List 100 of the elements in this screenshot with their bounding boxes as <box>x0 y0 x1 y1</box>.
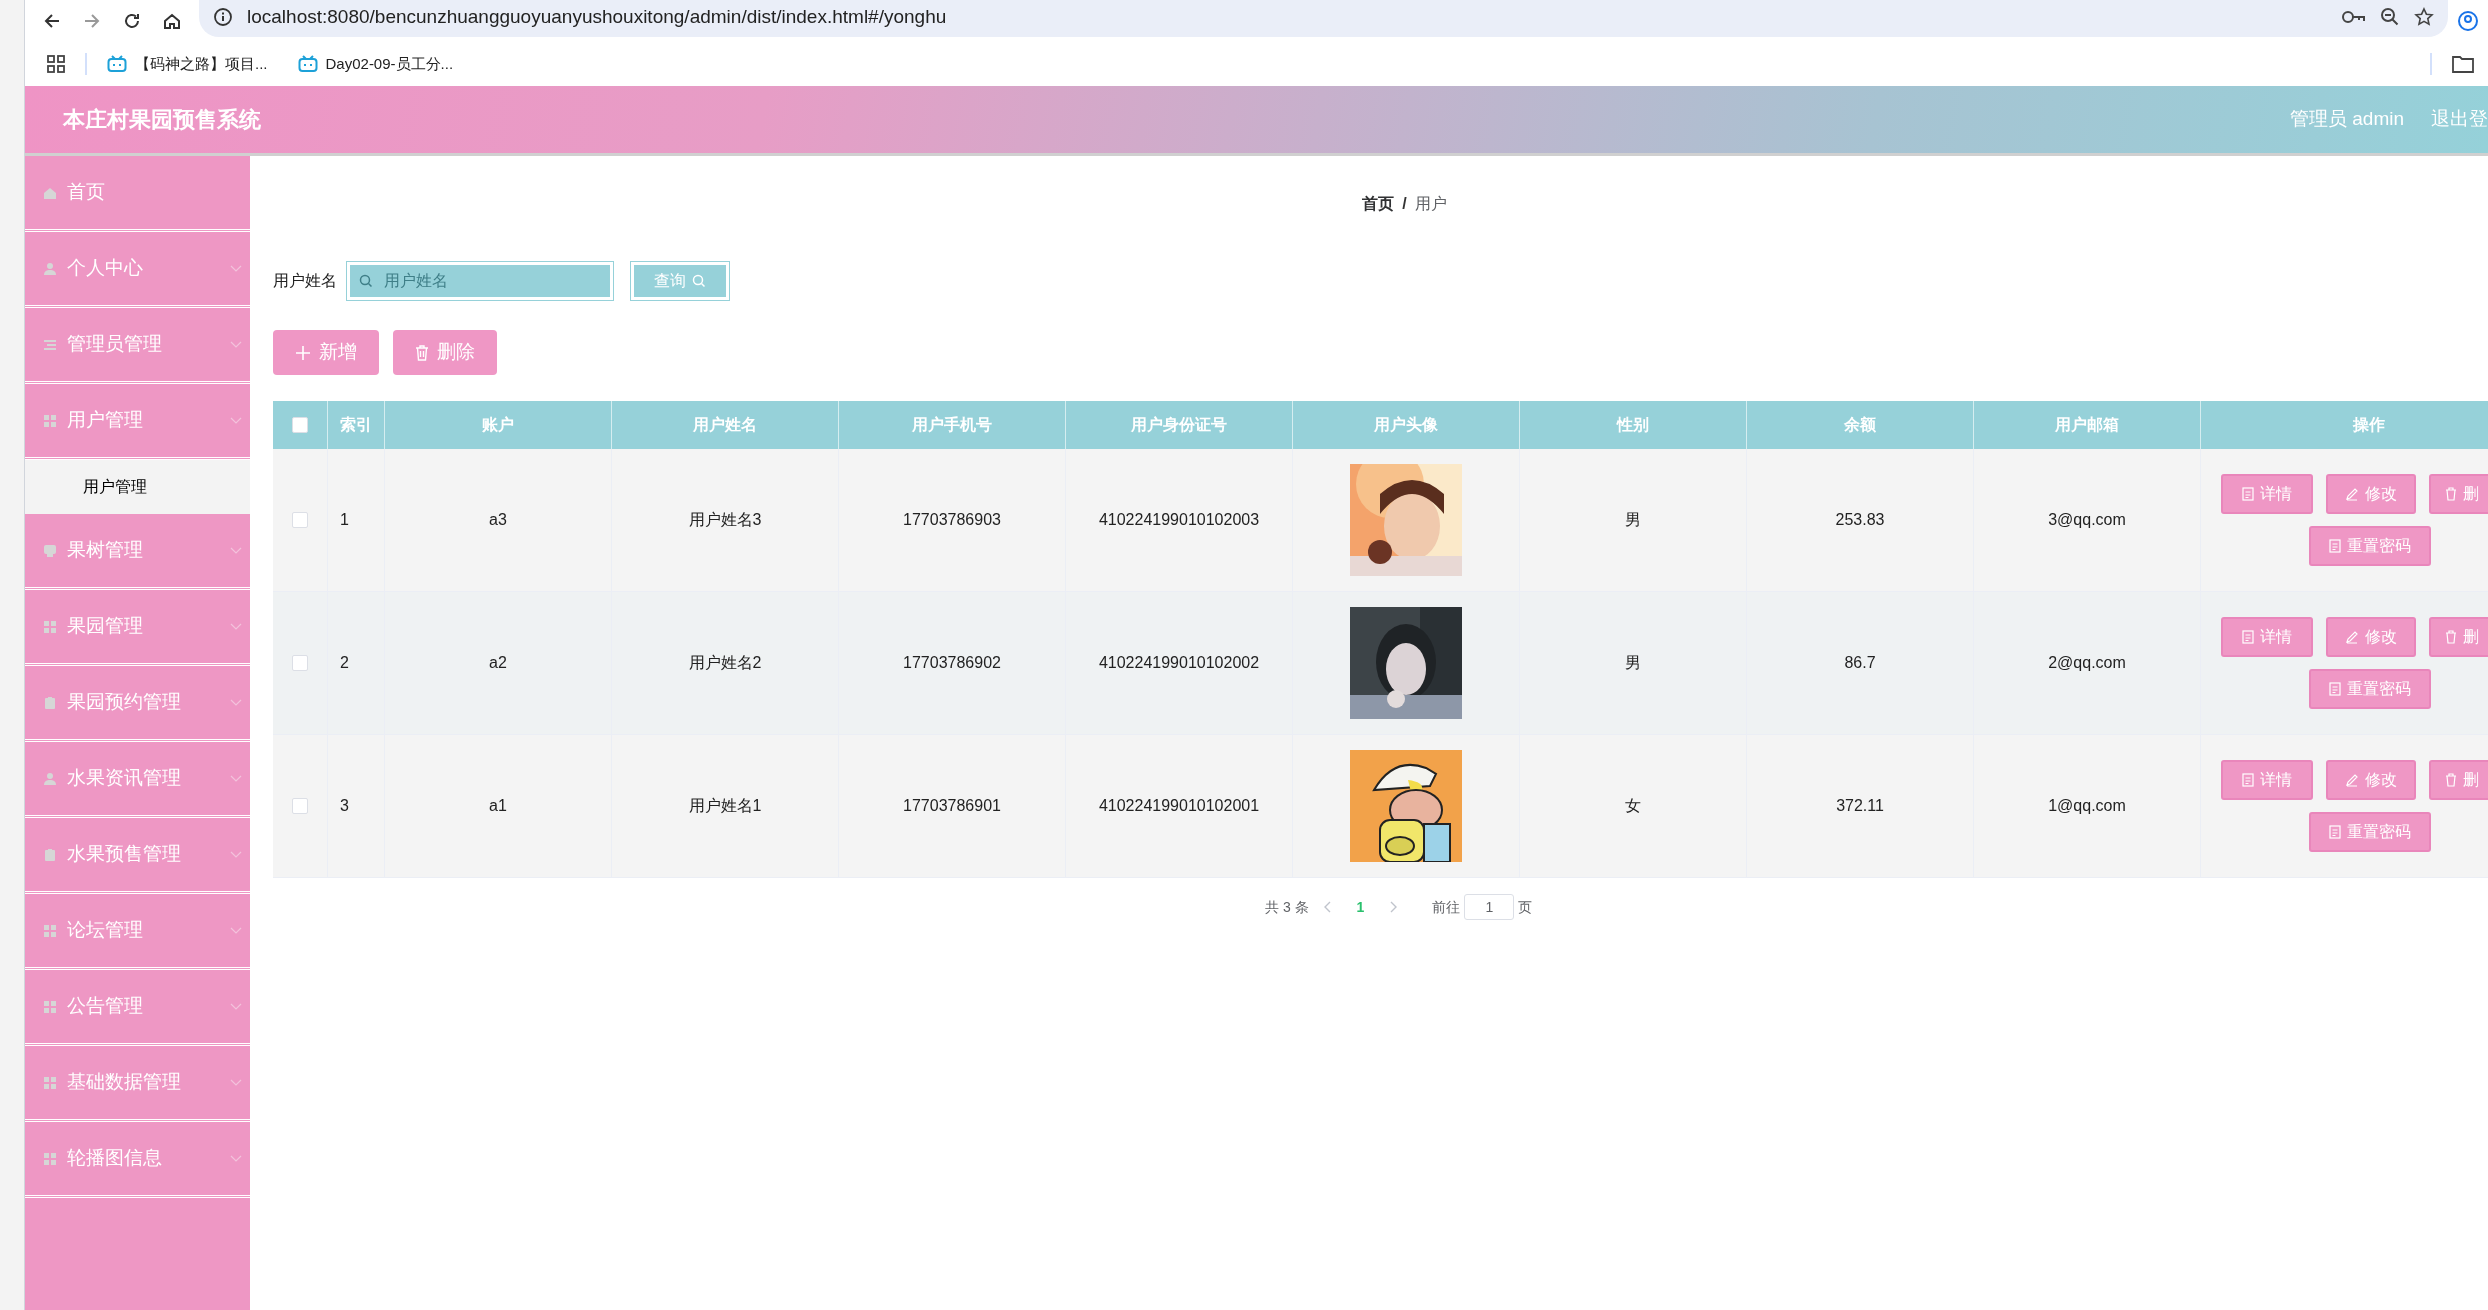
info-icon[interactable] <box>213 7 233 27</box>
row-checkbox[interactable] <box>292 798 308 814</box>
table-cell-text: a3 <box>489 510 507 530</box>
delete-button[interactable]: 删 <box>2428 474 2488 514</box>
box-icon <box>43 543 57 558</box>
table-cell-text: 3@qq.com <box>2048 510 2126 530</box>
forward-icon[interactable] <box>83 12 101 30</box>
address-bar[interactable]: localhost:8080/bencunzhuangguoyuanyushouxitong/admin/dist/index.html#/yonghu <box>199 0 2448 37</box>
logout-link[interactable]: 退出登 <box>2431 105 2488 134</box>
add-button[interactable]: 新增 <box>273 330 379 375</box>
goto-label: 前往 <box>1432 897 1461 917</box>
sidebar-item[interactable]: 论坛管理 <box>25 894 250 970</box>
table-cell-text: 86.7 <box>1844 653 1876 673</box>
folder-icon[interactable] <box>2452 55 2474 73</box>
zoom-out-icon[interactable] <box>2380 7 2400 27</box>
header-checkbox[interactable] <box>292 417 308 433</box>
row-checkbox[interactable] <box>292 655 308 671</box>
table-cell-text: a1 <box>489 796 507 816</box>
home-icon <box>43 185 57 200</box>
edit-button[interactable]: 修改 <box>2325 474 2416 514</box>
sidebar-item[interactable]: 公告管理 <box>25 970 250 1046</box>
reset-password-button[interactable]: 重置密码 <box>2308 669 2431 709</box>
document-icon <box>2241 773 2254 787</box>
clipboard-icon <box>43 695 57 710</box>
person-icon <box>43 771 57 786</box>
reset-password-button[interactable]: 重置密码 <box>2308 812 2431 852</box>
table-cell-text: 男 <box>1625 653 1641 673</box>
person-icon <box>43 261 57 276</box>
table-cell-text: 3 <box>340 796 349 816</box>
url-text: localhost:8080/bencunzhuangguoyuanyushouxitong/admin/dist/index.html#/yonghu <box>247 4 947 29</box>
search-icon <box>359 274 373 288</box>
tv-icon <box>107 55 127 73</box>
page-number[interactable]: 1 <box>1344 896 1377 918</box>
table-cell-text: 17703786903 <box>903 510 1001 530</box>
chevron-down-icon <box>230 264 242 273</box>
trash-icon <box>2444 487 2457 501</box>
reset-password-button[interactable]: 重置密码 <box>2308 526 2431 566</box>
chevron-down-icon <box>230 416 242 425</box>
search-field[interactable]: 用户姓名 <box>347 262 613 300</box>
sidebar-subitem[interactable]: 用户管理 <box>25 460 250 514</box>
sidebar-item[interactable]: 果园预约管理 <box>25 666 250 742</box>
table-cell-text: a2 <box>489 653 507 673</box>
delete-button[interactable]: 删除 <box>393 330 497 375</box>
table-cell-text: 410224199010102002 <box>1098 653 1260 673</box>
star-icon[interactable] <box>2414 7 2434 27</box>
table-cell-text: 253.83 <box>1835 510 1885 530</box>
document-icon <box>2328 682 2341 696</box>
sidebar-item[interactable]: 果树管理 <box>25 514 250 590</box>
list-icon <box>43 337 57 352</box>
table-cell-text: 2 <box>340 653 349 673</box>
sidebar-item[interactable]: 水果预售管理 <box>25 818 250 894</box>
edit-button[interactable]: 修改 <box>2325 760 2416 800</box>
detail-button[interactable]: 详情 <box>2220 617 2313 657</box>
document-icon <box>2241 630 2254 644</box>
query-button[interactable]: 查询 <box>631 262 729 300</box>
document-icon <box>2241 487 2254 501</box>
edit-button[interactable]: 修改 <box>2325 617 2416 657</box>
chevron-down-icon <box>230 340 242 349</box>
delete-button[interactable]: 删 <box>2428 617 2488 657</box>
bookmark[interactable]: Day02-09-员工分... <box>297 52 454 76</box>
reload-icon[interactable] <box>123 12 141 30</box>
sidebar-item[interactable]: 果园管理 <box>25 590 250 666</box>
sidebar-item[interactable]: 首页 <box>25 156 250 232</box>
table-cell-text: 用户姓名1 <box>688 796 762 816</box>
table-cell-text: 1@qq.com <box>2048 796 2126 816</box>
app-title: 本庄村果园预售系统 <box>63 106 261 134</box>
clipboard-icon <box>43 847 57 862</box>
grid-icon <box>43 999 57 1014</box>
grid-icon <box>43 1075 57 1090</box>
document-icon <box>2328 539 2341 553</box>
back-icon[interactable] <box>43 12 61 30</box>
table-cell-text: 2@qq.com <box>2048 653 2126 673</box>
trash-icon <box>415 344 429 361</box>
chevron-down-icon <box>230 850 242 859</box>
sidebar-item[interactable]: 水果资讯管理 <box>25 742 250 818</box>
home-icon[interactable] <box>163 12 181 30</box>
sidebar-item[interactable]: 个人中心 <box>25 232 250 308</box>
key-icon[interactable] <box>2342 9 2366 25</box>
bookmark[interactable]: 【码神之路】项目... <box>107 52 268 76</box>
detail-button[interactable]: 详情 <box>2220 760 2313 800</box>
table-cell-text: 女 <box>1625 796 1641 816</box>
profile-icon[interactable] <box>2457 10 2479 32</box>
row-checkbox[interactable] <box>292 512 308 528</box>
table-cell-text: 410224199010102001 <box>1098 796 1260 816</box>
chevron-down-icon <box>230 926 242 935</box>
sidebar-item[interactable]: 管理员管理 <box>25 308 250 384</box>
trash-icon <box>2444 773 2457 787</box>
admin-user-label: 管理员 admin <box>2289 107 2404 132</box>
apps-grid-icon[interactable] <box>47 55 65 73</box>
breadcrumb-item[interactable]: 首页 <box>1362 192 1395 216</box>
chevron-down-icon <box>230 774 242 783</box>
detail-button[interactable]: 详情 <box>2220 474 2313 514</box>
grid-icon <box>43 413 57 428</box>
sidebar-item[interactable]: 轮播图信息 <box>25 1122 250 1198</box>
chevron-down-icon <box>230 698 242 707</box>
delete-button[interactable]: 删 <box>2428 760 2488 800</box>
chevron-down-icon <box>230 1154 242 1163</box>
page-input[interactable]: 1 <box>1464 894 1515 920</box>
table-cell-text: 男 <box>1625 510 1641 530</box>
sidebar-item[interactable]: 基础数据管理 <box>25 1046 250 1122</box>
